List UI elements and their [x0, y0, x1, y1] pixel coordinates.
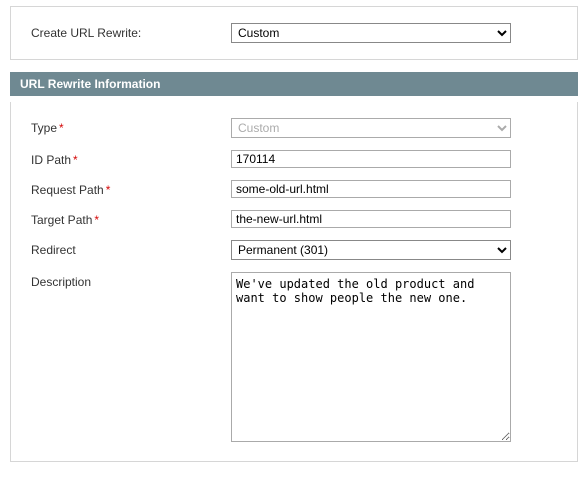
- target-path-input[interactable]: [231, 210, 511, 228]
- type-label: Type*: [31, 118, 231, 135]
- description-label: Description: [31, 272, 231, 289]
- request-path-input[interactable]: [231, 180, 511, 198]
- id-path-label: ID Path*: [31, 150, 231, 167]
- id-path-input[interactable]: [231, 150, 511, 168]
- target-path-label: Target Path*: [31, 210, 231, 227]
- url-rewrite-form-panel: Type* Custom ID Path* Request Path*: [10, 102, 578, 462]
- type-select: Custom: [231, 118, 511, 138]
- create-url-rewrite-label: Create URL Rewrite:: [31, 23, 231, 40]
- request-path-label: Request Path*: [31, 180, 231, 197]
- section-header-url-rewrite-info: URL Rewrite Information: [10, 72, 578, 96]
- redirect-select[interactable]: Permanent (301): [231, 240, 511, 260]
- redirect-label: Redirect: [31, 240, 231, 257]
- create-url-rewrite-select[interactable]: Custom: [231, 23, 511, 43]
- description-textarea[interactable]: [231, 272, 511, 442]
- create-url-rewrite-panel: Create URL Rewrite: Custom: [10, 6, 578, 60]
